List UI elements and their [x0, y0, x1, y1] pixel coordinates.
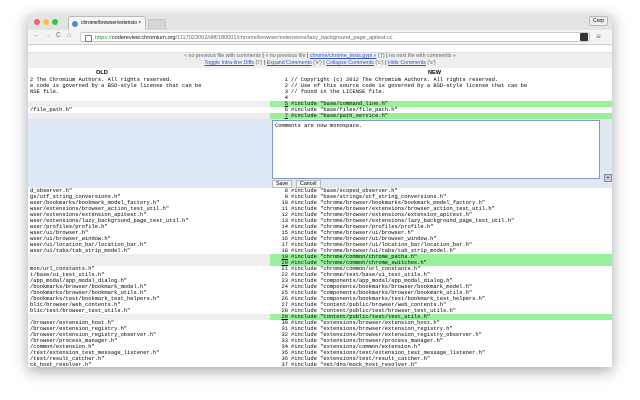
diff-row: ck_host_resolver.h" 37 #include "net/dns/m… — [28, 362, 612, 367]
inline-comment-editor: Comments are now monospace. + Save Cance… — [28, 119, 612, 188]
maximize-window-icon[interactable] — [52, 19, 58, 25]
line-code: #include "net/dns/mock_host_resolver.h" — [291, 362, 418, 367]
old-column-header: OLD — [96, 70, 108, 76]
prev-comment-text: « no previous file with comments — [184, 53, 261, 59]
chromium-favicon-icon — [72, 21, 78, 27]
close-window-icon[interactable] — [34, 19, 40, 25]
cancel-button[interactable]: Cancel — [296, 180, 321, 188]
toggle-intraline-diffs-link[interactable]: Toggle Intra-line Diffs — [204, 60, 254, 66]
reload-icon[interactable]: C — [56, 32, 61, 39]
menu-icon[interactable]: ≡ — [596, 32, 601, 41]
comment-textarea[interactable]: Comments are now monospace. — [272, 120, 600, 179]
tab-title: chrome/browser/extensio — [81, 20, 137, 26]
url-path: /1117023002/diff/180001/chrome/browser/e… — [175, 35, 393, 41]
toolbar: ← → C ⌂ https://codereview.chromium.org/… — [28, 30, 612, 45]
line-number[interactable]: 37 — [270, 362, 288, 367]
diff-rows-bottom: d_observer.h" 8 #include "base/scoped_obse… — [28, 188, 612, 367]
url-domain: codereview.chromium.org — [111, 35, 176, 41]
old-line: ck_host_resolver.h" — [30, 362, 92, 367]
forward-icon[interactable]: → — [44, 32, 51, 39]
prev-file-text: « no previous file — [265, 53, 306, 59]
shortcut-hint: ('s') — [425, 60, 436, 66]
file-navigation: « no previous file with comments | « no … — [28, 52, 612, 68]
tab-close-icon[interactable]: × — [138, 17, 141, 30]
old-side-spacer — [28, 119, 270, 188]
new-line[interactable]: 37 #include "net/dns/mock_host_resolver.h… — [270, 362, 612, 367]
url-scheme: https:// — [95, 35, 112, 41]
shortcut-hint: ('j') — [376, 53, 385, 59]
next-comment-text: no next file with comments » — [389, 53, 456, 59]
expand-comments-link[interactable]: Expand Comments — [267, 60, 312, 66]
next-file-link[interactable]: chrome/chrome_tests.gypi » — [310, 53, 377, 59]
new-column-header: NEW — [428, 70, 442, 76]
hide-comments-link[interactable]: Hide Comments — [388, 60, 426, 66]
browser-tab[interactable]: chrome/browser/extensio × — [68, 16, 146, 30]
collapse-comments-link[interactable]: Collapse Comments — [326, 60, 374, 66]
address-bar[interactable]: https://codereview.chromium.org/11170230… — [80, 32, 590, 42]
profile-button[interactable]: Corp — [589, 16, 608, 26]
shortcut-hint: ('c') — [373, 60, 384, 66]
browser-window: chrome/browser/extensio × Corp ← → C ⌂ h… — [28, 14, 612, 367]
resize-expand-icon[interactable]: + — [604, 174, 612, 182]
diff-view: 2 The Chromium Authors. All rights reser… — [28, 77, 612, 367]
extension-icon[interactable] — [580, 33, 588, 41]
diff-rows-top: 2 The Chromium Authors. All rights reser… — [28, 77, 612, 119]
comment-form: Comments are now monospace. + Save Cance… — [270, 119, 612, 188]
shortcut-hint: ('e') — [311, 60, 322, 66]
save-button[interactable]: Save — [272, 180, 293, 188]
lock-icon — [85, 35, 92, 42]
diff-header: OLD NEW — [28, 68, 612, 77]
minimize-window-icon[interactable] — [43, 19, 49, 25]
tab-bar: chrome/browser/extensio × Corp — [28, 14, 612, 31]
home-icon[interactable]: ⌂ — [67, 32, 71, 39]
back-icon[interactable]: ← — [33, 32, 40, 39]
